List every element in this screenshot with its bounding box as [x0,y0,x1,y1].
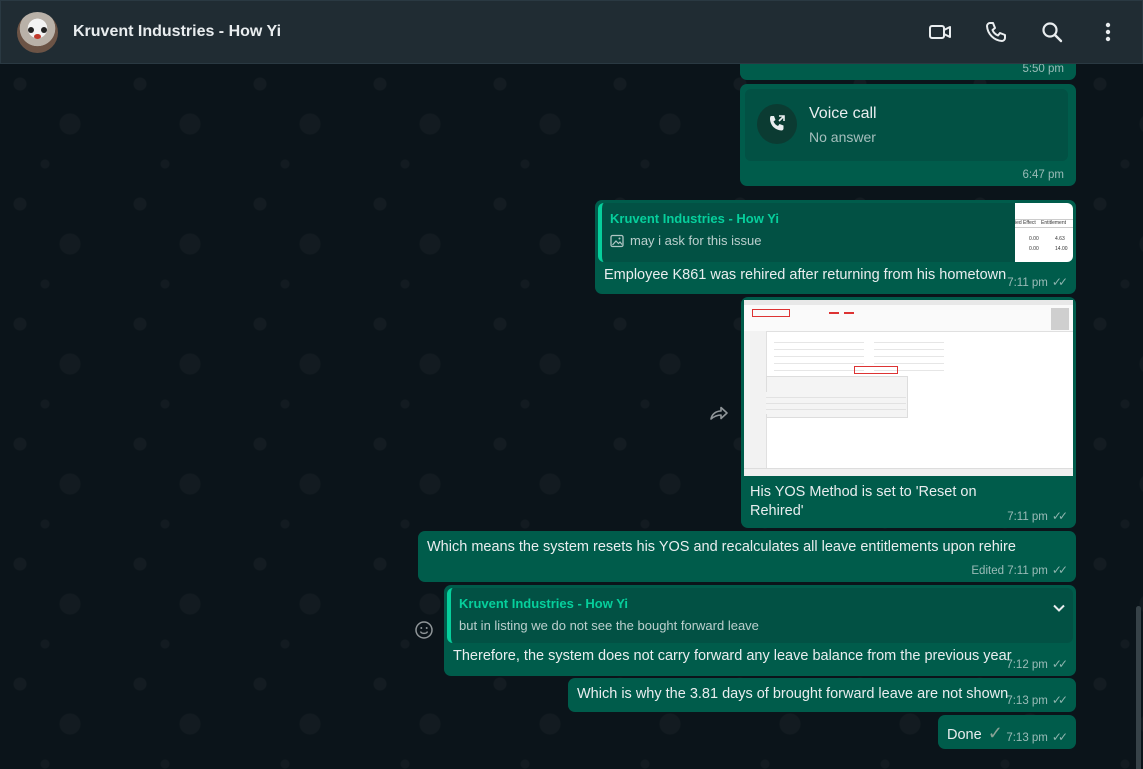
image-icon [610,234,624,247]
quoted-message[interactable]: Kruvent Industries - How Yi may i ask fo… [598,203,1073,262]
message-time: 7:13 pm [1006,695,1048,707]
emoji-reaction-icon[interactable] [414,620,436,642]
quote-author: Kruvent Industries - How Yi [459,596,629,611]
voice-call-card[interactable]: Voice call No answer [745,89,1068,161]
reply-message-bubble[interactable]: Kruvent Industries - How Yi may i ask fo… [595,200,1076,294]
voice-call-title: Voice call [809,105,877,122]
quote-author: Kruvent Industries - How Yi [610,211,780,226]
message-time: 7:11 pm [1007,277,1048,289]
voice-call-status: No answer [809,129,876,145]
check-mark-emoji: ✓ [987,723,1003,743]
read-receipt-icon: ✓✓ [1051,730,1068,744]
forward-icon[interactable] [708,403,734,427]
message-time: 7:12 pm [1006,659,1048,671]
message-time: 7:13 pm [1006,732,1048,744]
quoted-message[interactable]: Kruvent Industries - How Yi but in listi… [447,588,1073,643]
read-receipt-icon: ✓✓ [1051,275,1068,289]
message-text: Which is why the 3.81 days of brought fo… [577,686,1009,702]
contact-avatar[interactable] [17,12,58,53]
message-text-line: His YOS Method is set to 'Reset on [750,484,977,500]
phone-icon[interactable] [983,19,1009,45]
message-text: Done [947,727,982,743]
message-text: Employee K861 was rehired after returnin… [604,267,1007,283]
message-bubble[interactable]: Done ✓ 7:13 pm ✓✓ [938,715,1076,749]
image-message-bubble[interactable]: His YOS Method is set to 'Reset on Rehir… [741,297,1076,528]
screenshot-image[interactable] [744,300,1073,476]
quote-text: may i ask for this issue [630,233,762,248]
message-bubble[interactable]: 5:50 pm [740,64,1076,80]
message-time: 7:11 pm [1007,565,1048,577]
missed-call-icon [757,104,797,144]
edited-label: Edited [971,565,1004,577]
message-text: Therefore, the system does not carry for… [453,648,1012,664]
read-receipt-icon: ✓✓ [1051,509,1068,523]
voice-call-bubble[interactable]: Voice call No answer 6:47 pm [740,84,1076,186]
message-time: 7:11 pm [1007,511,1048,523]
read-receipt-icon: ✓✓ [1051,693,1068,707]
contact-name[interactable]: Kruvent Industries - How Yi [73,23,281,41]
message-time: 5:50 pm [1022,64,1064,75]
video-call-icon[interactable] [927,19,953,45]
message-bubble[interactable]: Which is why the 3.81 days of brought fo… [568,678,1076,712]
chat-area[interactable]: 5:50 pm Voice call No answer 6:47 pm Kru… [0,64,1143,769]
chevron-down-icon[interactable] [1051,600,1067,616]
message-text: Which means the system resets his YOS an… [427,539,1016,555]
message-text-line: Rehired' [750,503,804,519]
read-receipt-icon: ✓✓ [1051,657,1068,671]
read-receipt-icon: ✓✓ [1051,563,1068,577]
chat-header: Kruvent Industries - How Yi [0,0,1143,64]
search-icon[interactable] [1039,19,1065,45]
quote-thumbnail: ied Effect Entitlement 0.00 4.63 0.00 14… [1015,203,1073,262]
scrollbar[interactable] [1136,606,1141,769]
more-vert-icon[interactable] [1095,19,1121,45]
message-bubble[interactable]: Which means the system resets his YOS an… [418,531,1076,582]
message-time: 6:47 pm [1022,169,1064,181]
quote-text: but in listing we do not see the bought … [459,618,759,633]
reply-message-bubble[interactable]: Kruvent Industries - How Yi but in listi… [444,585,1076,676]
